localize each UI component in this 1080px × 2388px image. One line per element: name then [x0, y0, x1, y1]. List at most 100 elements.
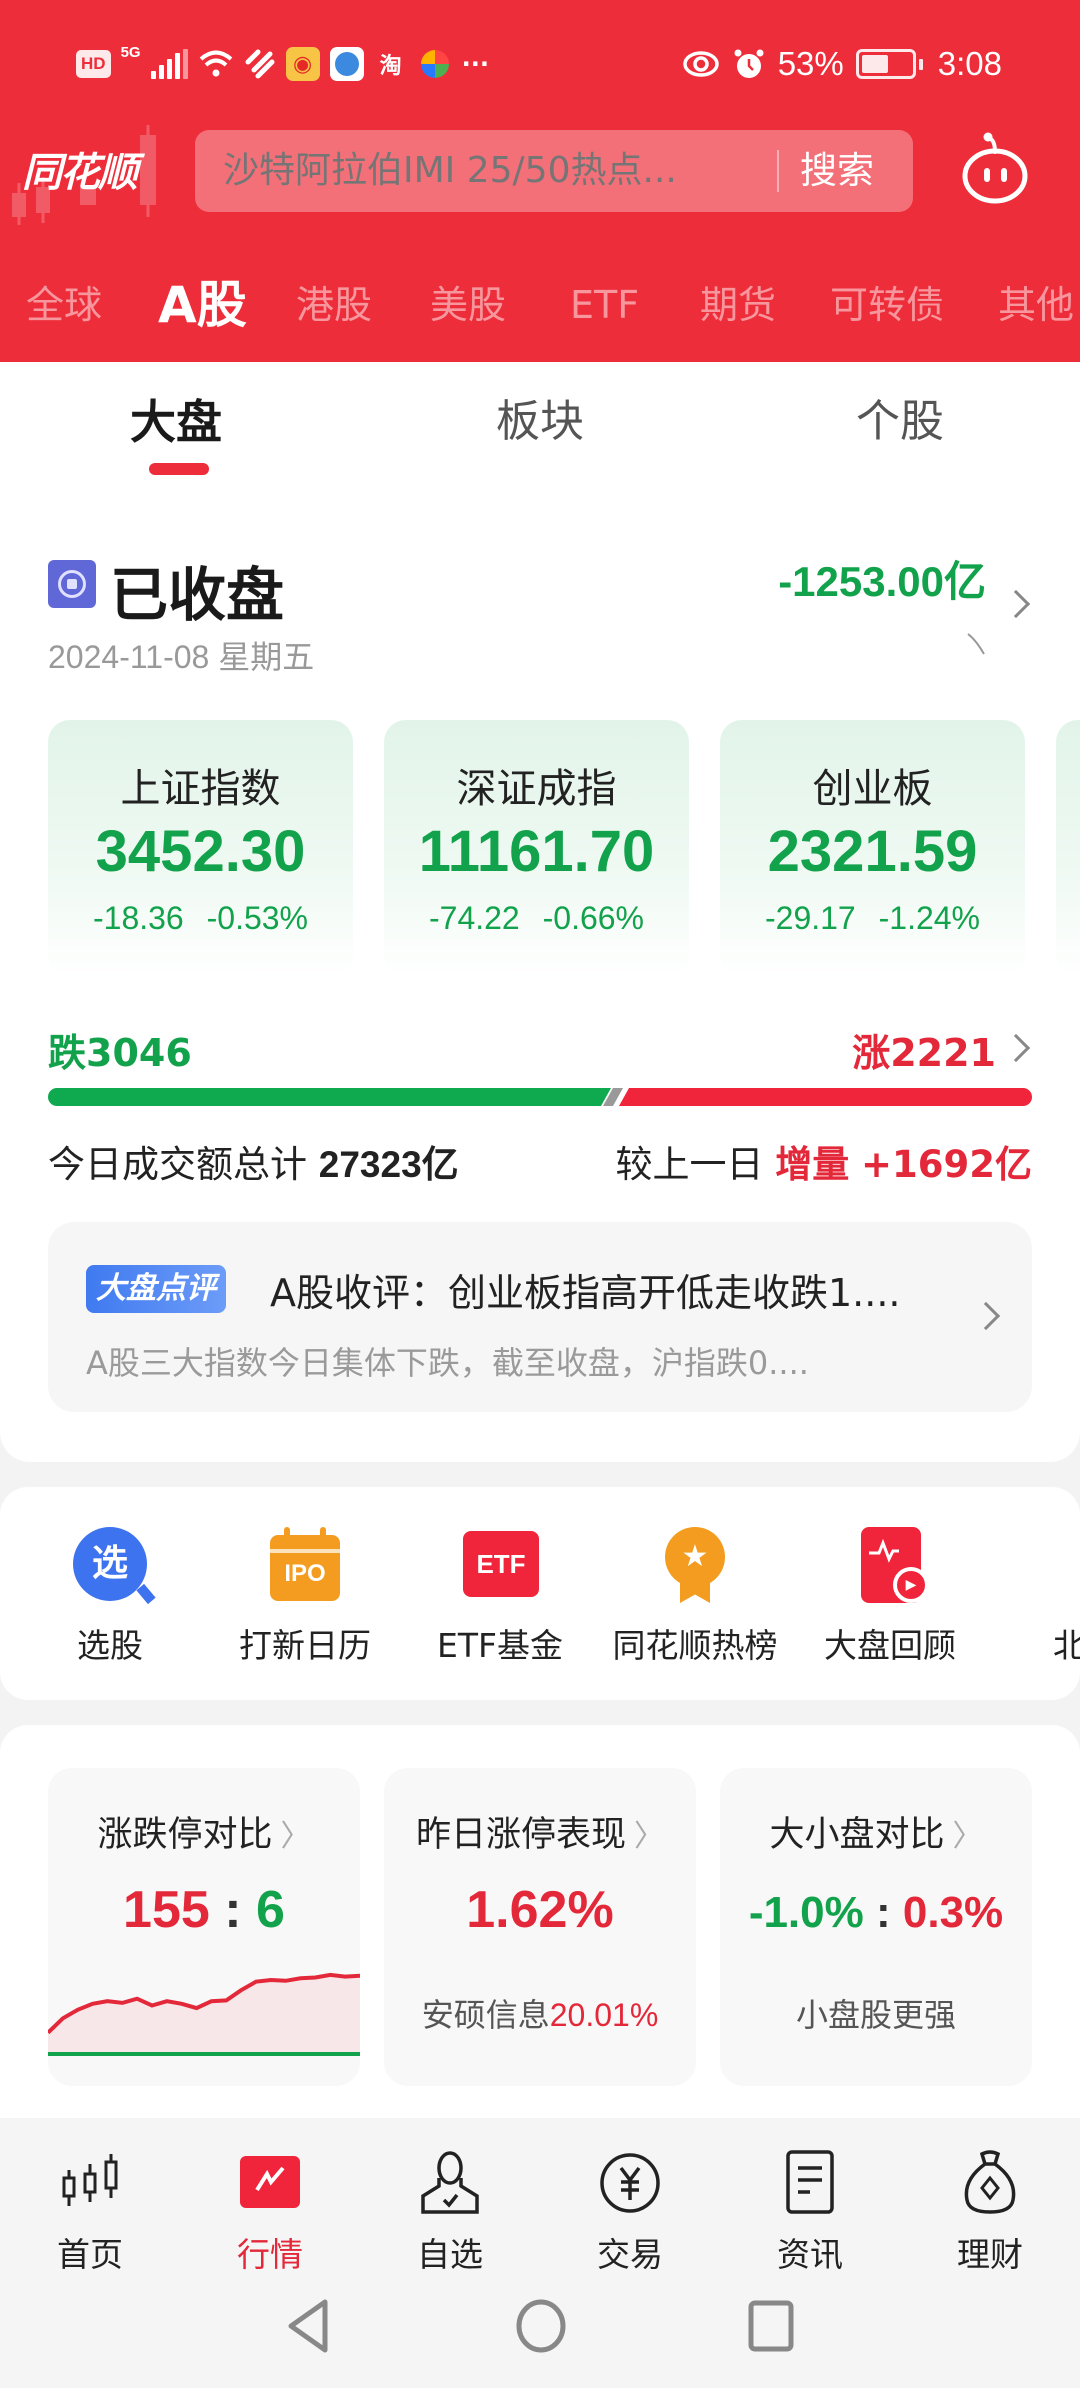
- shortcut-hot-list[interactable]: ★ 同花顺热榜: [605, 1527, 785, 1667]
- app-header: HD 5G ◉ 淘 ··· 53% 3:08 同花顺 搜索: [0, 0, 1080, 362]
- tab-etf[interactable]: ETF: [570, 270, 639, 340]
- ipo-calendar-icon: IPO: [268, 1527, 342, 1601]
- tab-other[interactable]: 其他: [998, 270, 1074, 340]
- stat-title: 昨日涨停表现〉: [415, 1815, 664, 1855]
- index-card-shenzhen[interactable]: 深证成指 11161.70 -74.22 -0.66%: [384, 720, 689, 978]
- stat-title: 大小盘对比〉: [769, 1815, 983, 1855]
- nav-home[interactable]: 首页: [30, 2148, 150, 2276]
- shortcut-etf-fund[interactable]: ETF ETF基金: [410, 1527, 590, 1667]
- hd-icon: HD: [76, 50, 111, 78]
- shortcut-ipo-calendar[interactable]: IPO 打新日历: [215, 1527, 395, 1667]
- net-flow-chevron-icon[interactable]: [1001, 589, 1031, 619]
- eye-comfort-icon: [682, 51, 719, 77]
- tab-convertible-bonds[interactable]: 可转债: [830, 270, 944, 340]
- index-change: -74.22 -0.66%: [428, 900, 644, 936]
- index-value: 2321.59: [767, 819, 978, 884]
- watchlist-person-icon: [421, 2151, 479, 2214]
- nav-news[interactable]: 资讯: [750, 2148, 870, 2276]
- alarm-icon: [734, 49, 764, 78]
- large-small-cap-card[interactable]: 大小盘对比〉 -1.0% : 0.3% 小盘股更强: [720, 1768, 1032, 2086]
- nav-watchlist[interactable]: 自选: [390, 2148, 510, 2276]
- system-navigation-bar: [0, 2278, 1080, 2388]
- back-icon[interactable]: [283, 2298, 333, 2354]
- yesterday-limit-up-card[interactable]: 昨日涨停表现〉 1.62% 安硕信息20.01%: [384, 1768, 696, 2086]
- turnover-total: 今日成交额总计 27323亿: [48, 1143, 459, 1186]
- news-document-icon: [786, 2150, 834, 2214]
- bottom-navigation: 首页 行情 自选 交易 资讯 理财: [0, 2118, 1080, 2278]
- shortcut-stock-picker[interactable]: 选 选股: [20, 1527, 200, 1667]
- stat-title: 涨跌停对比〉: [97, 1815, 311, 1855]
- yen-trade-icon: [600, 2153, 660, 2213]
- nav-market[interactable]: 行情: [210, 2148, 330, 2276]
- recents-icon[interactable]: [746, 2298, 796, 2354]
- search-input[interactable]: [223, 130, 763, 212]
- capital-flow-sparkline: [740, 632, 985, 655]
- search-divider: [777, 150, 779, 192]
- index-card-chinext[interactable]: 创业板 2321.59 -29.17 -1.24%: [720, 720, 1025, 978]
- market-closed-icon: [48, 560, 96, 608]
- battery-percent: 53%: [777, 45, 844, 82]
- shortcut-beijing-exchange[interactable]: ◆ 北交: [995, 1527, 1080, 1667]
- subtab-sectors[interactable]: 板块: [496, 387, 584, 457]
- net-capital-flow[interactable]: -1253.00亿: [778, 548, 986, 609]
- subtab-market[interactable]: 大盘: [130, 387, 222, 457]
- market-commentary-card[interactable]: 大盘点评 A股收评：创业板指高开低走收跌1.... A股三大指数今日集体下跌，截…: [48, 1222, 1032, 1412]
- commentary-summary: A股三大指数今日集体下跌，截至收盘，沪指跌0....: [86, 1344, 809, 1382]
- index-name: 上证指数: [120, 766, 281, 812]
- index-name: 创业板: [812, 766, 933, 812]
- tab-futures[interactable]: 期货: [700, 270, 776, 340]
- clock: 3:08: [937, 45, 1002, 82]
- shortcut-market-review[interactable]: ▶ 大盘回顾: [800, 1527, 980, 1667]
- 5g-label: 5G: [120, 43, 141, 61]
- more-dots-icon: ···: [461, 50, 489, 78]
- declining-count: 跌3046: [48, 1031, 192, 1075]
- shortcut-grid: 选 选股 IPO 打新日历 ETF ETF基金 ★ 同花顺热榜 ▶ 大盘回顾 北: [0, 1487, 1080, 1700]
- tab-global[interactable]: 全球: [26, 270, 102, 340]
- tab-hk-stocks[interactable]: 港股: [296, 270, 372, 340]
- turnover-compare: 较上一日 增量 +1692亿: [615, 1143, 1032, 1186]
- wifi-icon: [199, 50, 232, 77]
- index-name: 深证成指: [456, 766, 617, 812]
- home-icon[interactable]: [514, 2298, 568, 2354]
- breadth-bar-advancing: [619, 1088, 1032, 1106]
- search-bar[interactable]: 搜索: [195, 130, 913, 212]
- breadth-bar-declining: [48, 1088, 611, 1106]
- app-logo[interactable]: 同花顺: [22, 140, 138, 198]
- limit-up-down-card[interactable]: 涨跌停对比〉 155 : 6: [48, 1768, 360, 2086]
- limit-up-area: [48, 1974, 360, 2054]
- advancing-count[interactable]: 涨2221: [852, 1022, 996, 1077]
- breadth-chevron-icon[interactable]: [1001, 1033, 1031, 1063]
- index-value: 11161.70: [418, 819, 655, 884]
- stock-picker-icon: 选: [73, 1527, 156, 1605]
- cap-comparison: -1.0% : 0.3%: [748, 1888, 1004, 1937]
- browser-icon: [329, 47, 364, 81]
- subtab-stocks[interactable]: 个股: [856, 387, 944, 457]
- beijing-exchange-icon: ◆: [1048, 1527, 1080, 1601]
- limit-ratio: 155 : 6: [123, 1881, 285, 1939]
- market-status-title: 已收盘: [110, 561, 285, 629]
- index-card-shanghai[interactable]: 上证指数 3452.30 -18.36 -0.53%: [48, 720, 353, 978]
- search-button[interactable]: 搜索: [800, 130, 874, 212]
- market-overview-panel: 大盘 板块 个股 已收盘 2024-11-08 星期五 -1253.00亿 上证…: [0, 362, 1080, 1462]
- commentary-chevron-icon: [971, 1301, 1001, 1331]
- signal-icon: [150, 49, 188, 79]
- colorful-app-icon: [418, 47, 452, 81]
- nav-wealth[interactable]: 理财: [930, 2148, 1050, 2276]
- index-card-partial[interactable]: [1056, 720, 1080, 978]
- ai-assistant-robot-icon[interactable]: [955, 128, 1035, 208]
- nav-trade[interactable]: 交易: [570, 2148, 690, 2276]
- tab-us-stocks[interactable]: 美股: [430, 270, 506, 340]
- market-tabs: 全球 A股 港股 美股 ETF 期货 可转债 其他: [0, 270, 1080, 340]
- weibo-icon: ◉: [285, 47, 320, 81]
- index-change: -29.17 -1.24%: [764, 900, 980, 936]
- tab-a-shares[interactable]: A股: [158, 270, 247, 340]
- etf-fund-icon: ETF: [463, 1527, 539, 1601]
- money-bag-icon: [964, 2150, 1016, 2214]
- market-stats-section: 涨跌停对比〉 155 : 6 昨日涨停表现〉 1.62% 安硕信息20.01% …: [0, 1725, 1080, 2125]
- market-date: 2024-11-08 星期五: [48, 639, 315, 675]
- app-notification-icon: [245, 49, 275, 79]
- taobao-icon: 淘: [379, 54, 402, 79]
- subtab-active-indicator: [149, 463, 209, 475]
- commentary-title: A股收评：创业板指高开低走收跌1....: [270, 1271, 901, 1315]
- yesterday-limit-up-return: 1.62%: [466, 1881, 614, 1939]
